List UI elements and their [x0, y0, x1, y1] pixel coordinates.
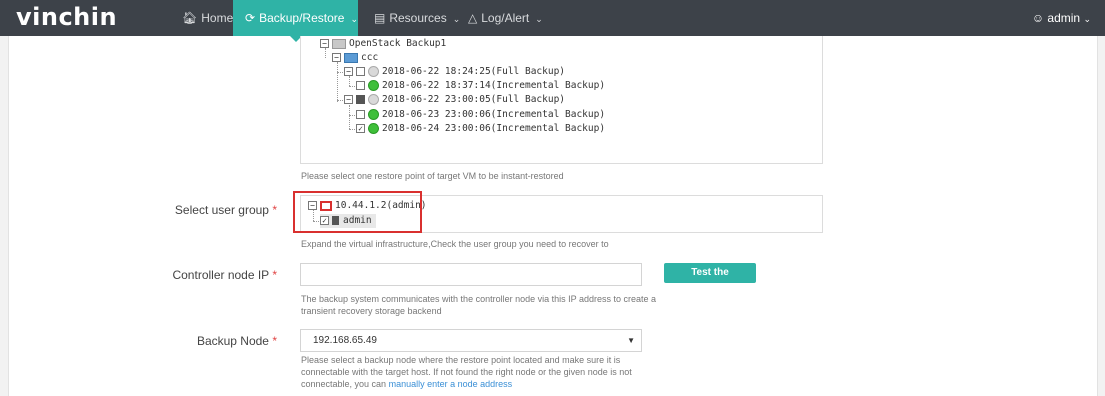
collapse-icon[interactable]: − — [332, 53, 341, 62]
user-icon: ☺ — [1031, 11, 1045, 25]
tree-node-point-1[interactable]: − 2018-06-22 18:24:25(Full Backup) — [344, 65, 565, 79]
server-icon: ▤ — [374, 11, 386, 25]
checkbox[interactable] — [356, 81, 365, 90]
tree-node-user-group[interactable]: ✓ admin — [320, 214, 376, 228]
bell-icon: △ — [468, 11, 478, 25]
openstack-icon — [332, 38, 346, 49]
chevron-down-icon: ⌄ — [1083, 14, 1091, 24]
full-backup-icon — [368, 66, 379, 77]
tree-vm-label: ccc — [361, 52, 379, 63]
restore-point-label: 2018-06-22 18:37:14(Incremental Backup) — [382, 80, 606, 91]
backup-node-select[interactable]: 192.168.65.49 ▼ — [300, 329, 642, 352]
user-menu[interactable]: ☺ admin ⌄ — [1032, 0, 1091, 36]
nav-backup-restore[interactable]: ⟳ Backup/Restore ⌄ — [233, 0, 358, 36]
tree-node-point-2[interactable]: 2018-06-22 18:37:14(Incremental Backup) — [356, 79, 605, 93]
user-name: admin — [1047, 11, 1081, 25]
tree-root-label: OpenStack Backup1 — [349, 38, 447, 49]
top-navbar: vinchin 🏠︎ Home ⟳ Backup/Restore ⌄ ▤ Resourc… — [0, 0, 1105, 36]
chevron-down-icon: ⌄ — [535, 14, 543, 24]
tree-node-point-3[interactable]: − 2018-06-22 23:00:05(Full Backup) — [344, 93, 565, 107]
collapse-icon[interactable]: − — [344, 67, 353, 76]
manual-node-address-link[interactable]: manually enter a node address — [389, 379, 513, 389]
backup-node-label: Backup Node * — [196, 334, 277, 348]
restore-point-label: 2018-06-22 23:00:05(Full Backup) — [382, 94, 566, 105]
controller-ip-label: Controller node IP * — [172, 268, 277, 282]
vinchin-logo[interactable]: vinchin — [16, 3, 117, 31]
checkbox[interactable] — [356, 110, 365, 119]
backup-node-hint: Please select a backup node where the re… — [301, 355, 632, 389]
full-backup-icon — [368, 94, 379, 105]
restore-point-label: 2018-06-23 23:00:06(Incremental Backup) — [382, 109, 606, 120]
checkbox-checked[interactable]: ✓ — [356, 124, 365, 133]
nav-resources-label: Resources — [389, 11, 447, 25]
vm-icon — [344, 52, 358, 63]
tree-node-root[interactable]: − OpenStack Backup1 — [320, 37, 446, 51]
backup-node-value: 192.168.65.49 — [313, 335, 377, 346]
collapse-icon[interactable]: − — [308, 201, 317, 210]
tree-node-point-4[interactable]: 2018-06-23 23:00:06(Incremental Backup) — [356, 108, 605, 122]
dropdown-arrow-icon: ▼ — [627, 336, 635, 345]
controller-ip-input[interactable] — [300, 263, 642, 286]
nav-backup-restore-label: Backup/Restore — [259, 11, 345, 25]
chevron-down-icon: ⌄ — [350, 14, 358, 24]
nav-log-alert-label: Log/Alert — [481, 11, 530, 25]
host-label: 10.44.1.2(admin) — [335, 200, 427, 211]
home-icon: 🏠︎ — [182, 11, 198, 25]
collapse-icon[interactable]: − — [320, 39, 329, 48]
user-group-label: Select user group * — [174, 203, 277, 217]
restore-point-hint: Please select one restore point of targe… — [301, 171, 564, 181]
user-group-hint: Expand the virtual infrastructure,Check … — [301, 239, 609, 249]
user-group-name: admin — [343, 215, 372, 226]
refresh-icon: ⟳ — [245, 11, 256, 25]
checkbox-checked[interactable]: ✓ — [320, 216, 329, 225]
incremental-backup-icon — [368, 123, 379, 134]
tree-node-vm[interactable]: − ccc — [332, 51, 378, 65]
nav-home-label: Home — [201, 11, 234, 25]
document-icon — [332, 216, 339, 225]
incremental-backup-icon — [368, 80, 379, 91]
controller-ip-hint: The backup system communicates with the … — [301, 294, 657, 316]
incremental-backup-icon — [368, 109, 379, 120]
collapse-icon[interactable]: − — [344, 95, 353, 104]
checkbox-partial[interactable] — [356, 95, 365, 104]
checkbox[interactable] — [356, 67, 365, 76]
tree-node-point-5[interactable]: ✓ 2018-06-24 23:00:06(Incremental Backup) — [356, 122, 605, 136]
restore-point-label: 2018-06-24 23:00:06(Incremental Backup) — [382, 123, 606, 134]
nav-log-alert[interactable]: △ Log/Alert ⌄ — [456, 0, 555, 36]
openstack-icon — [320, 200, 332, 211]
restore-point-label: 2018-06-22 18:24:25(Full Backup) — [382, 66, 566, 77]
test-connection-button[interactable]: Test the connection — [664, 263, 756, 298]
tree-node-host[interactable]: − 10.44.1.2(admin) — [308, 199, 427, 213]
